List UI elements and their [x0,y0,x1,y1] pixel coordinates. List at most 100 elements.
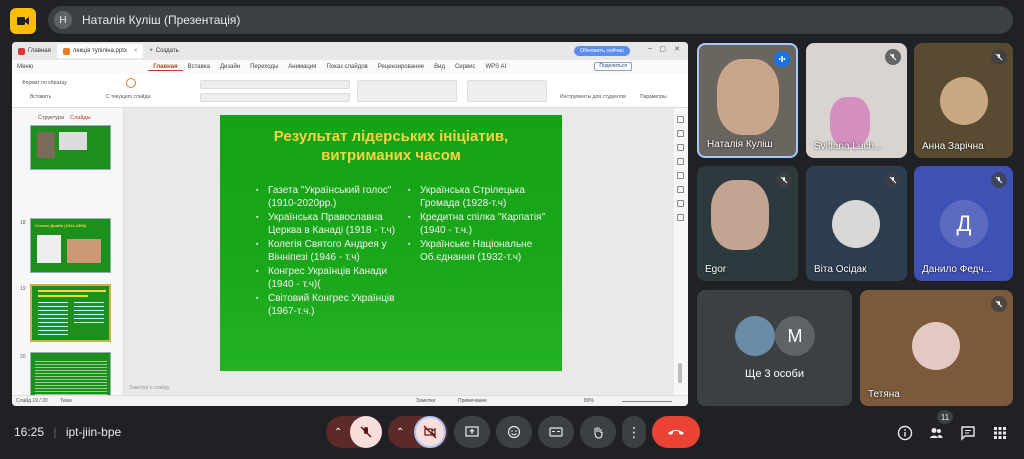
close-tab-icon[interactable]: × [134,48,138,54]
theme-label[interactable]: Тема [60,398,72,404]
mic-options-chevron-icon[interactable]: ⌃ [334,427,342,438]
thumb-text [74,302,104,326]
people-button[interactable]: 11 [925,410,953,444]
mic-off-button[interactable] [350,416,382,448]
hang-up-icon [668,430,684,435]
format-painter-button[interactable]: Формат по образцу [22,80,67,86]
participant-tile-danylo[interactable]: Д Данило Федч... [914,166,1013,281]
comments-button[interactable]: Примечание [458,398,487,404]
more-participants-tile[interactable]: М Ще 3 особи [697,290,852,406]
menu-item-view[interactable]: Вид [429,64,450,70]
list-item: Українське Національне Об.єднання (1932-… [408,239,548,264]
shape-tools[interactable] [357,80,457,102]
notes-button[interactable]: Заметки [416,398,435,404]
menu-item-review[interactable]: Рецензирование [373,64,429,70]
presenter-avatar: Н [54,11,72,29]
slide[interactable]: Результат лідерських ініціатив, витриман… [220,115,562,371]
params-button[interactable]: Параметры [640,94,667,100]
participant-tile-natalia[interactable]: Наталія Куліш [697,43,798,158]
plus-icon: + [149,48,153,54]
activities-button[interactable] [989,422,1011,444]
minimize-icon[interactable]: – [648,45,652,52]
toolbar-icon[interactable] [677,158,684,165]
meet-logo-icon[interactable] [10,8,36,34]
more-participants-label: Ще 3 особи [745,368,804,380]
toolbar-icon[interactable] [677,214,684,221]
wps-file-tab[interactable]: лекція тупіліна.pptx × [56,44,144,58]
thumb-photo [37,235,61,263]
slide-thumbnail-17[interactable] [30,125,111,170]
presentation-chip[interactable]: Н Наталія Куліш (Презентація) [48,6,1013,34]
scrollbar[interactable] [678,363,682,383]
participant-tile-egor[interactable]: Egor [697,166,798,281]
menu-item-transitions[interactable]: Переходы [245,64,283,70]
thumb-title-line [38,290,106,292]
menu-item-design[interactable]: Дизайн [215,64,245,70]
toolbar-icon[interactable] [677,144,684,151]
presentation-title: Наталія Куліш (Презентація) [82,13,241,27]
wps-menubar: Меню Главная Вставка Дизайн Переходы Ани… [12,60,688,74]
menu-item-slideshow[interactable]: Показ слайдов [321,64,372,70]
list-item: Колегія Святого Андрея у Вінніпезі (1946… [256,239,406,264]
menu-item-insert[interactable]: Вставка [183,64,215,70]
people-icon [929,428,943,438]
menu-item-menu[interactable]: Меню [12,64,38,70]
zoom-slider[interactable] [622,401,672,402]
wps-home-tab[interactable]: Главная [12,44,57,58]
menu-item-wps-ai[interactable]: WPS AI [481,64,512,70]
menu-item-tools[interactable]: Сервис [450,64,481,70]
tab-slides[interactable]: Слайды [70,115,90,121]
share-button[interactable]: Поделиться [594,62,632,71]
toolbar-icon[interactable] [677,172,684,179]
chat-button[interactable] [957,422,979,444]
wps-new-tab[interactable]: + Создать [143,44,184,58]
mic-off-icon [991,296,1007,312]
mic-off-icon [991,172,1007,188]
reactions-button[interactable] [496,416,532,448]
slide-thumbnail-19[interactable] [30,284,111,342]
present-screen-button[interactable] [454,416,490,448]
update-now-button[interactable]: Обновить сейчас [574,46,630,56]
paste-button[interactable]: Вставить [30,94,51,100]
leave-call-button[interactable] [652,416,700,448]
close-window-icon[interactable]: ✕ [674,45,680,53]
ribbon: Формат по образцу Вставить С текущего сл… [12,74,688,108]
font-format-tools[interactable] [200,93,350,102]
play-icon[interactable] [126,78,136,88]
menu-item-home[interactable]: Главная [148,64,183,71]
participant-tile-svitlana[interactable]: Svitlana Luch... [806,43,907,158]
raise-hand-button[interactable] [580,416,616,448]
camera-off-button[interactable] [414,416,446,448]
paragraph-tools[interactable] [467,80,547,102]
captions-button[interactable] [538,416,574,448]
zoom-level[interactable]: 80% [584,398,594,404]
maximize-icon[interactable]: ▢ [659,45,666,53]
tab-structure[interactable]: Структура [38,115,64,121]
avatar [912,322,960,370]
notes-placeholder[interactable]: Заметки к слайду [129,385,170,391]
student-tools-button[interactable]: Инструменты для студентов [560,94,626,100]
participant-name: Данило Федч... [922,264,993,275]
list-item: Кредитна спілка "Карпатія" (1940 - т.ч.) [408,212,548,237]
font-select[interactable] [200,80,350,89]
menu-item-animation[interactable]: Анимация [283,64,321,70]
apps-grid-icon [994,427,1006,439]
toolbar-icon[interactable] [677,130,684,137]
participant-name: Svitlana Luch... [814,141,883,152]
from-current-slide-button[interactable]: С текущего слайда [106,94,150,100]
meeting-details-button[interactable] [894,422,916,444]
toolbar-icon[interactable] [677,200,684,207]
more-options-button[interactable]: ⋮ [622,416,646,448]
participant-tile-vita[interactable]: Віта Осідак [806,166,907,281]
avatar: М [775,316,815,356]
participant-tile-anna[interactable]: Анна Зарічна [914,43,1013,158]
avatar [940,77,988,125]
participant-tile-tetiana[interactable]: Тетяна [860,290,1013,406]
pptx-icon [62,47,70,55]
list-item: Газета "Український голос" (1910-2020рр.… [256,185,406,210]
participants-count-badge: 11 [937,410,953,424]
toolbar-icon[interactable] [677,186,684,193]
toolbar-icon[interactable] [677,116,684,123]
slide-thumbnail-18[interactable]: Степан Домба (1914-1995) [30,218,111,273]
camera-options-chevron-icon[interactable]: ⌃ [396,427,404,438]
